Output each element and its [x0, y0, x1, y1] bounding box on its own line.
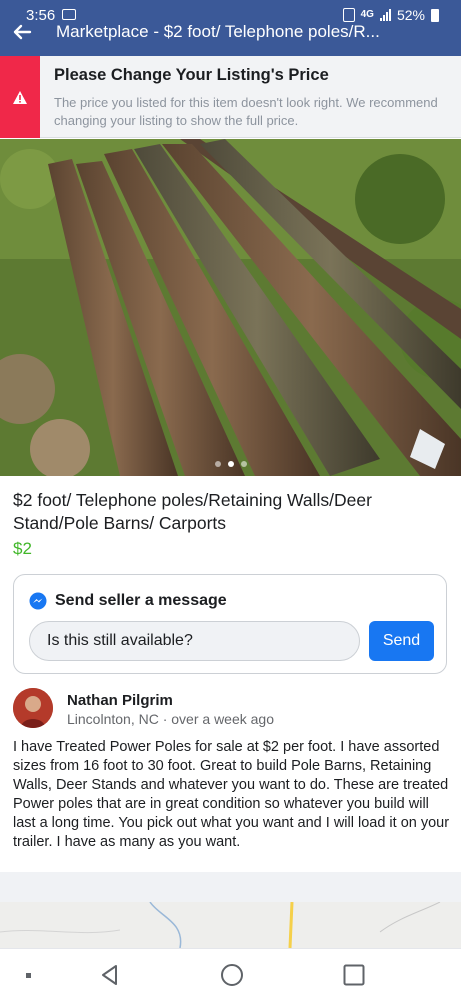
listing-title: $2 foot/ Telephone poles/Retaining Walls… — [13, 490, 372, 533]
message-input[interactable]: Is this still available? — [29, 621, 360, 661]
send-message-heading: Send seller a message — [55, 592, 227, 609]
back-icon[interactable] — [98, 963, 122, 987]
listing-photo[interactable] — [0, 139, 461, 476]
warning-icon — [13, 90, 27, 104]
map-image — [0, 902, 441, 948]
seller-location-time: Lincolnton, NC · over a week ago — [67, 711, 274, 727]
recent-apps-icon[interactable] — [16, 963, 40, 987]
section-separator — [0, 872, 461, 902]
system-navigation-bar — [0, 948, 461, 1000]
listing-description: I have Treated Power Poles for sale at $… — [13, 739, 450, 850]
battery-icon — [431, 8, 439, 22]
seller-name[interactable]: Nathan Pilgrim — [67, 692, 173, 709]
home-icon[interactable] — [220, 963, 244, 987]
banner-title: Please Change Your Listing's Price — [54, 66, 329, 84]
listing-price: $2 — [13, 539, 32, 558]
signal-icon — [379, 9, 391, 21]
send-button[interactable]: Send — [369, 621, 434, 661]
pagination-dot[interactable] — [214, 461, 221, 467]
photo-pagination — [0, 461, 461, 467]
warning-stripe — [0, 56, 40, 138]
seller-avatar[interactable] — [13, 688, 53, 728]
status-indicators: 4G 52% — [342, 7, 439, 23]
back-arrow-icon[interactable] — [10, 20, 34, 44]
location-map[interactable] — [0, 902, 461, 948]
messenger-icon — [29, 592, 47, 610]
message-input-value: Is this still available? — [47, 632, 193, 649]
telephone-poles-image — [0, 139, 461, 476]
pagination-dot[interactable] — [240, 461, 247, 467]
pagination-dot-active[interactable] — [227, 461, 234, 467]
avatar-image — [13, 688, 53, 728]
overview-icon[interactable] — [342, 963, 366, 987]
battery-level: 52% — [396, 7, 425, 23]
notification-icon — [62, 9, 76, 20]
send-message-card: Send seller a message Is this still avai… — [13, 574, 447, 674]
page-title: Marketplace - $2 foot/ Telephone poles/R… — [56, 22, 380, 41]
network-type: 4G — [360, 9, 374, 20]
vibrate-icon — [342, 8, 355, 22]
price-warning-banner[interactable]: Please Change Your Listing's Price The p… — [0, 56, 461, 138]
top-app-bar: 3:56 4G 52% Marketplace - $2 foot/ Telep… — [0, 0, 461, 56]
banner-body: The price you listed for this item doesn… — [54, 95, 438, 128]
